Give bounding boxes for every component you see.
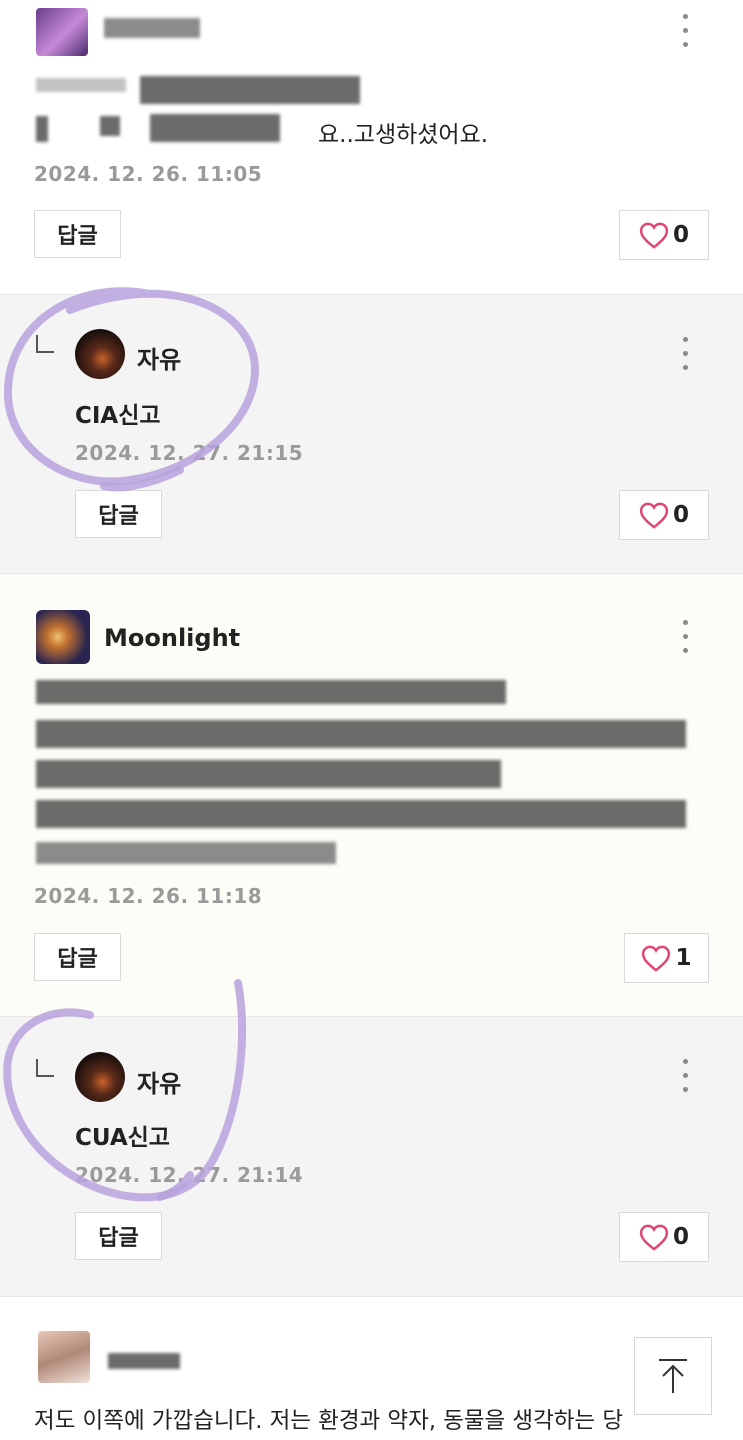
reply-indicator-icon xyxy=(36,1059,54,1077)
reply-button[interactable]: 답글 xyxy=(75,1212,162,1260)
comment-text: CUA신고 xyxy=(75,1125,170,1151)
reply-item: 자유 CIA신고 2024. 12. 27. 21:15 답글 0 xyxy=(0,294,743,574)
more-vertical-icon[interactable] xyxy=(679,1059,691,1095)
more-vertical-icon[interactable] xyxy=(679,620,691,656)
comment-nickname[interactable]: Moonlight xyxy=(104,624,240,652)
reply-button[interactable]: 답글 xyxy=(75,490,162,538)
reply-button[interactable]: 답글 xyxy=(34,210,121,258)
comment-text: 저도 이쪽에 가깝습니다. 저는 환경과 약자, 동물을 생각하는 당 xyxy=(34,1408,624,1434)
reply-button[interactable]: 답글 xyxy=(34,933,121,981)
avatar[interactable] xyxy=(36,610,90,664)
more-vertical-icon[interactable] xyxy=(679,337,691,373)
heart-icon xyxy=(642,945,671,972)
blurred-text xyxy=(140,76,360,104)
like-button[interactable]: 0 xyxy=(619,490,709,540)
avatar[interactable] xyxy=(36,8,88,56)
more-vertical-icon[interactable] xyxy=(679,14,691,50)
like-button[interactable]: 0 xyxy=(619,210,709,260)
like-count: 0 xyxy=(672,1224,689,1250)
avatar[interactable] xyxy=(38,1331,90,1383)
comment-item: 요..고생하셨어요. 2024. 12. 26. 11:05 답글 0 xyxy=(0,0,743,294)
reply-item: 자유 CUA신고 2024. 12. 27. 21:14 답글 0 xyxy=(0,1016,743,1297)
comment-date: 2024. 12. 27. 21:15 xyxy=(75,441,304,465)
blurred-text xyxy=(36,760,501,788)
blurred-text xyxy=(36,800,686,828)
comment-nickname[interactable]: 자유 xyxy=(137,340,181,375)
reply-indicator-icon xyxy=(36,335,54,353)
blurred-nickname xyxy=(104,18,200,38)
blurred-text xyxy=(36,842,336,864)
like-button[interactable]: 1 xyxy=(624,933,709,983)
blurred-text xyxy=(150,114,280,142)
blurred-text xyxy=(36,720,686,748)
heart-icon xyxy=(639,1224,669,1251)
blurred-text xyxy=(36,78,126,92)
comment-date: 2024. 12. 26. 11:18 xyxy=(34,884,263,908)
heart-icon xyxy=(639,222,669,249)
heart-icon xyxy=(639,502,669,529)
blurred-text xyxy=(100,116,120,136)
blurred-nickname xyxy=(108,1353,180,1369)
comment-date: 2024. 12. 26. 11:05 xyxy=(34,162,263,186)
comment-text: 요..고생하셨어요. xyxy=(318,122,489,148)
avatar[interactable] xyxy=(75,1052,125,1102)
blurred-text xyxy=(36,680,506,704)
like-count: 0 xyxy=(672,222,689,248)
blurred-text xyxy=(36,116,48,142)
arrow-up-icon xyxy=(659,1359,687,1393)
like-count: 0 xyxy=(672,502,689,528)
comment-date: 2024. 12. 27. 21:14 xyxy=(75,1163,304,1187)
comment-text: CIA신고 xyxy=(75,403,161,429)
like-count: 1 xyxy=(675,945,692,971)
avatar[interactable] xyxy=(75,329,125,379)
scroll-top-button[interactable] xyxy=(634,1337,712,1415)
comment-nickname[interactable]: 자유 xyxy=(137,1064,181,1099)
comment-item: 저도 이쪽에 가깝습니다. 저는 환경과 약자, 동물을 생각하는 당 xyxy=(0,1296,743,1440)
like-button[interactable]: 0 xyxy=(619,1212,709,1262)
comment-item: Moonlight 2024. 12. 26. 11:18 답글 1 xyxy=(0,573,743,1017)
